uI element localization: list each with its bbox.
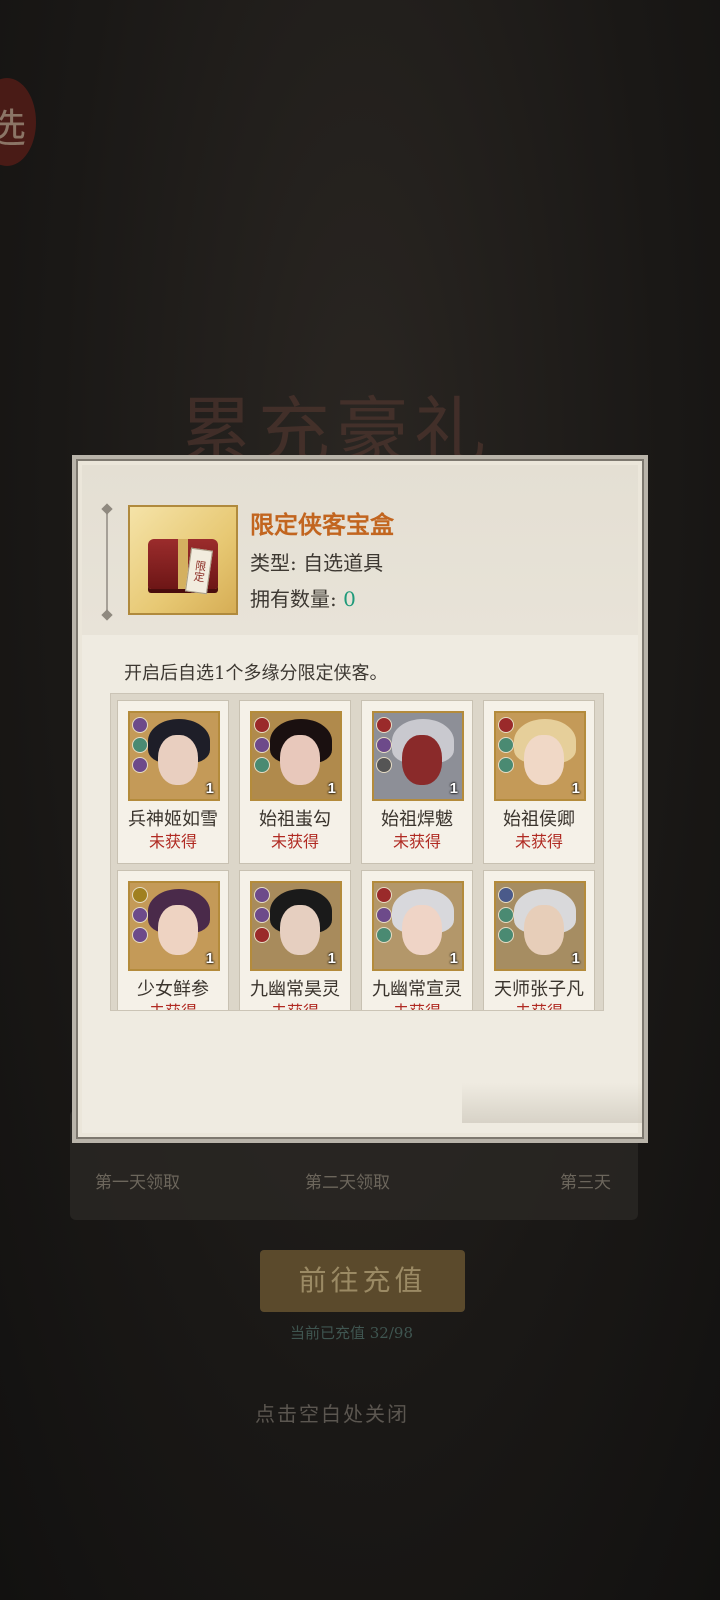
affinity-badges: [132, 717, 150, 777]
hero-portrait: 1: [372, 881, 464, 971]
affinity-badges: [498, 717, 516, 777]
affinity-badges: [376, 717, 394, 777]
affinity-badge-icon: [254, 737, 270, 753]
recharge-note: 当前已充值 32/98: [290, 1324, 413, 1342]
affinity-badges: [498, 887, 516, 947]
hero-portrait: 1: [128, 881, 220, 971]
hero-status: 未获得: [118, 998, 228, 1010]
hero-portrait: 1: [372, 711, 464, 801]
hero-card[interactable]: 1九幽常昊灵未获得: [239, 870, 351, 1010]
affinity-badge-icon: [376, 757, 392, 773]
hero-status: 未获得: [240, 998, 350, 1010]
affinity-badge-icon: [376, 717, 392, 733]
affinity-badge-icon: [376, 887, 392, 903]
affinity-badge-icon: [132, 887, 148, 903]
hero-status: 未获得: [484, 998, 594, 1010]
affinity-badge-icon: [498, 927, 514, 943]
hero-status: 未获得: [270, 832, 319, 851]
hero-card[interactable]: 1 始祖侯卿 未获得: [483, 700, 595, 864]
hero-count: 1: [449, 780, 458, 797]
affinity-badge-icon: [254, 887, 270, 903]
scroll-rail: [106, 509, 108, 615]
hero-portrait: 1: [494, 711, 586, 801]
affinity-badge-icon: [254, 907, 270, 923]
hero-status: 未获得: [392, 832, 441, 851]
hero-count: 1: [571, 780, 580, 797]
affinity-badges: [376, 887, 394, 947]
item-header: 限定 限定侠客宝盒 类型: 自选道具 拥有数量: 0: [82, 465, 638, 635]
item-type: 类型: 自选道具: [250, 551, 384, 575]
affinity-badge-icon: [498, 737, 514, 753]
hero-card[interactable]: 1 兵神姬如雪 未获得: [117, 700, 229, 864]
affinity-badge-icon: [132, 927, 148, 943]
hero-card[interactable]: 1九幽常宣灵未获得: [361, 870, 473, 1010]
hero-count: 1: [571, 950, 580, 967]
affinity-badges: [254, 887, 272, 947]
hero-card[interactable]: 1 始祖焊魃 未获得: [361, 700, 473, 864]
affinity-badge-icon: [498, 757, 514, 773]
hero-portrait: 1: [128, 711, 220, 801]
hero-count: 1: [205, 780, 214, 797]
affinity-badge-icon: [498, 907, 514, 923]
affinity-badge-icon: [498, 887, 514, 903]
item-detail-popup: 限定 限定侠客宝盒 类型: 自选道具 拥有数量: 0 开启后自选1个多缘分限定侠…: [72, 455, 648, 1143]
item-description: 开启后自选1个多缘分限定侠客。: [124, 663, 388, 684]
item-chest-icon: 限定: [128, 505, 238, 615]
day-label-2: 第二天领取: [305, 1173, 390, 1193]
hero-card[interactable]: 1 始祖蚩勾 未获得: [239, 700, 351, 864]
affinity-badges: [132, 887, 150, 947]
affinity-badges: [254, 717, 272, 777]
hero-count: 1: [205, 950, 214, 967]
hero-portrait: 1: [250, 881, 342, 971]
hero-portrait: 1: [250, 711, 342, 801]
affinity-badge-icon: [254, 757, 270, 773]
affinity-badge-icon: [132, 907, 148, 923]
hero-status: 未获得: [148, 832, 197, 851]
hero-status: 未获得: [514, 832, 563, 851]
affinity-badge-icon: [132, 737, 148, 753]
hero-card[interactable]: 1少女鲜参未获得: [117, 870, 229, 1010]
affinity-badge-icon: [498, 717, 514, 733]
affinity-badge-icon: [376, 907, 392, 923]
close-hint[interactable]: 点击空白处关闭: [255, 1398, 409, 1427]
recharge-button[interactable]: 前往充值: [260, 1250, 465, 1312]
affinity-badge-icon: [376, 737, 392, 753]
day-label-1: 第一天领取: [95, 1173, 180, 1193]
affinity-badge-icon: [254, 927, 270, 943]
hero-grid: 1兵神姬如雪未获得1始祖蚩勾未获得1始祖焊魃未获得1始祖侯卿未获得 1少女鲜参未获…: [110, 693, 604, 1011]
affinity-badge-icon: [132, 717, 148, 733]
day-label-3: 第三天: [560, 1173, 611, 1193]
hero-status: 未获得: [362, 998, 472, 1010]
hero-card[interactable]: 1天师张子凡未获得: [483, 870, 595, 1010]
affinity-badge-icon: [254, 717, 270, 733]
affinity-badge-icon: [132, 757, 148, 773]
decorative-mist: [462, 1083, 642, 1123]
hero-count: 1: [327, 950, 336, 967]
item-name: 限定侠客宝盒: [250, 510, 394, 539]
owned-count: 0: [343, 587, 356, 611]
hero-count: 1: [327, 780, 336, 797]
hero-count: 1: [449, 950, 458, 967]
affinity-badge-icon: [376, 927, 392, 943]
hero-portrait: 1: [494, 881, 586, 971]
item-owned: 拥有数量: 0: [250, 587, 356, 611]
banner-title: 累充豪礼: [180, 389, 493, 473]
